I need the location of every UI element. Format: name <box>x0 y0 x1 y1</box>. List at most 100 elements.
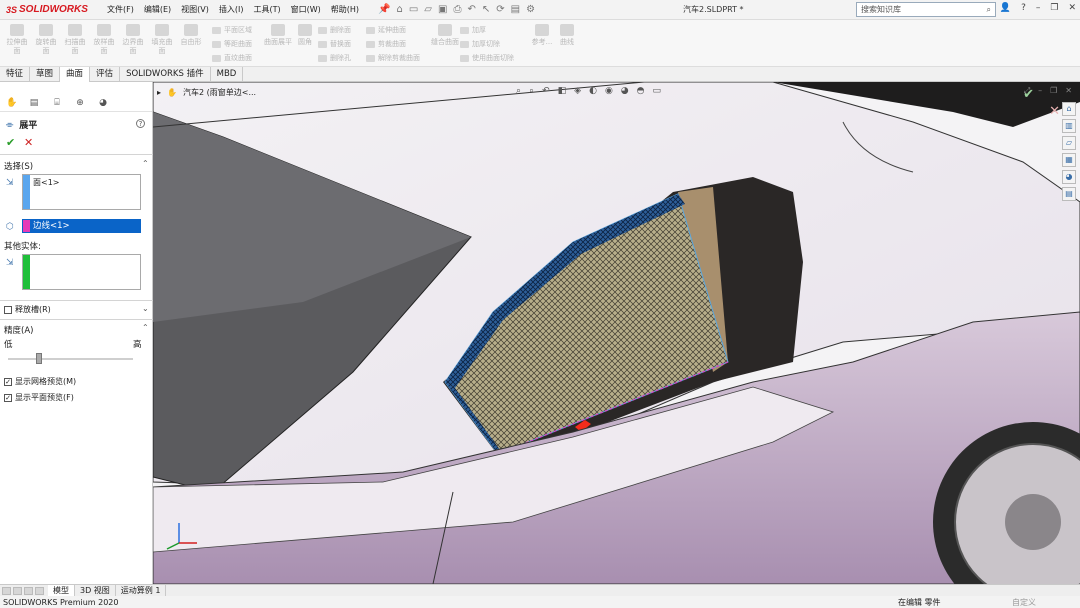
appearances-icon[interactable]: ◕ <box>1062 170 1076 184</box>
restore-viewport-icon[interactable]: ❐ <box>1050 86 1057 96</box>
select-icon[interactable]: ↖ <box>482 4 490 15</box>
file-explorer-icon[interactable]: ▱ <box>1062 136 1076 150</box>
tab-features[interactable]: 特征 <box>0 67 31 82</box>
view-palette-icon[interactable]: ▦ <box>1062 153 1076 167</box>
print-icon[interactable]: ⎙ <box>453 4 461 15</box>
solidworks-logo[interactable]: 3S SOLIDWORKS <box>0 0 90 20</box>
close-icon[interactable]: ✕ <box>1068 3 1076 13</box>
boundary-surface-button[interactable]: 边界曲面 <box>120 24 146 56</box>
revolved-surface-button[interactable]: 旋转曲面 <box>33 24 59 56</box>
surface-flatten-button[interactable]: 曲面展平 <box>262 24 294 47</box>
minimize-viewport-icon[interactable]: – <box>1038 86 1042 96</box>
filled-surface-button[interactable]: 填充曲面 <box>149 24 175 56</box>
menu-window[interactable]: 窗口(W) <box>286 4 326 15</box>
expand-arrow-icon[interactable]: ▸ <box>157 88 161 97</box>
untrim-surface-button[interactable]: 解除剪裁曲面 <box>366 53 420 63</box>
options-icon[interactable]: ⚙ <box>526 4 535 15</box>
close-viewport-icon[interactable]: ✕ <box>1065 86 1072 96</box>
dimxpert-icon[interactable]: ⊕ <box>73 98 87 110</box>
ruled-surface-button[interactable]: 直纹曲面 <box>212 53 252 63</box>
hide-show-icon[interactable]: ◉ <box>605 86 613 96</box>
chevron-up-icon[interactable]: ⌃ <box>142 323 149 332</box>
swept-surface-button[interactable]: 扫描曲面 <box>62 24 88 56</box>
precision-slider[interactable] <box>8 353 133 364</box>
fillet-button[interactable]: 圆角 <box>292 24 318 47</box>
previous-view-icon[interactable]: ↶ <box>542 86 550 96</box>
appearance-icon[interactable]: ◕ <box>621 86 629 96</box>
offset-surface-button[interactable]: 等距曲面 <box>212 39 252 49</box>
file-properties-icon[interactable]: ▤ <box>511 4 520 15</box>
edge-selection-field[interactable]: 边线<1> <box>22 219 141 233</box>
reference-geometry-button[interactable]: 参考... <box>528 24 556 47</box>
search-icon[interactable]: ⌕ <box>987 5 991 15</box>
tab-addins[interactable]: SOLIDWORKS 插件 <box>120 67 211 82</box>
pin-icon[interactable]: 📌 <box>378 4 390 15</box>
home-icon[interactable]: ⌂ <box>1062 102 1076 116</box>
design-library-icon[interactable]: ▥ <box>1062 119 1076 133</box>
tab-mbd[interactable]: MBD <box>211 67 244 82</box>
curves-button[interactable]: 曲线 <box>556 24 578 47</box>
extruded-surface-button[interactable]: 拉伸曲面 <box>4 24 30 56</box>
confirm-ok-icon[interactable]: ✔ <box>1023 87 1034 102</box>
undo-icon[interactable]: ↶ <box>467 4 475 15</box>
face-selection-box[interactable]: 面<1> <box>22 174 141 210</box>
property-manager-icon[interactable]: ▤ <box>27 98 41 110</box>
help-icon[interactable]: ? <box>1021 3 1026 13</box>
custom-units[interactable]: 自定义 <box>1012 597 1036 608</box>
other-bodies-box[interactable] <box>22 254 141 290</box>
save-icon[interactable]: ▣ <box>438 4 447 15</box>
search-input[interactable]: 搜索知识库 ⌕ <box>856 2 996 17</box>
view-settings-icon[interactable]: ▭ <box>653 86 662 96</box>
tab-surfaces[interactable]: 曲面 <box>60 67 91 82</box>
show-mesh-preview-checkbox[interactable]: ✓ 显示网格预览(M) <box>4 376 76 387</box>
scene-icon[interactable]: ◓ <box>637 86 645 96</box>
knit-surface-button[interactable]: 缝合曲面 <box>430 24 460 47</box>
tab-motion-study[interactable]: 运动算例 1 <box>116 584 167 597</box>
tab-evaluate[interactable]: 评估 <box>90 67 121 82</box>
menu-insert[interactable]: 插入(I) <box>214 4 249 15</box>
thicken-cut-button[interactable]: 加厚切除 <box>460 39 500 49</box>
graphics-area[interactable]: ▸ ✋ 汽车2 (雨窗单边<... ⌕ ⌕ ↶ ◧ ◈ ◐ ◉ ◕ ◓ ▭ ⤢ … <box>153 82 1080 584</box>
menu-file[interactable]: 文件(F) <box>102 4 139 15</box>
delete-face-button[interactable]: 删除面 <box>318 25 351 35</box>
minimize-icon[interactable]: – <box>1036 3 1041 13</box>
replace-face-button[interactable]: 替换面 <box>318 39 351 49</box>
delete-hole-button[interactable]: 删除孔 <box>318 53 351 63</box>
menu-help[interactable]: 帮助(H) <box>326 4 364 15</box>
trim-surface-button[interactable]: 剪裁曲面 <box>366 39 406 49</box>
extend-surface-button[interactable]: 延伸曲面 <box>366 25 406 35</box>
cancel-button[interactable]: ✕ <box>24 136 33 149</box>
ok-button[interactable]: ✔ <box>6 136 15 149</box>
zoom-to-fit-icon[interactable]: ⌕ <box>516 86 521 96</box>
show-flat-preview-checkbox[interactable]: ✓ 显示平面预览(F) <box>4 392 74 403</box>
view-orientation-icon[interactable]: ◈ <box>574 86 581 96</box>
tab-sketch[interactable]: 草图 <box>30 67 61 82</box>
lofted-surface-button[interactable]: 放样曲面 <box>91 24 117 56</box>
surface-cut-button[interactable]: 使用曲面切除 <box>460 53 514 63</box>
menu-view[interactable]: 视图(V) <box>176 4 214 15</box>
new-document-icon[interactable]: ▭ <box>409 4 418 15</box>
section-view-icon[interactable]: ◧ <box>558 86 567 96</box>
confirm-cancel-icon[interactable]: ✕ <box>1049 104 1060 119</box>
help-button[interactable]: ? <box>136 119 145 128</box>
thicken-button[interactable]: 加厚 <box>460 25 486 35</box>
custom-properties-icon[interactable]: ▤ <box>1062 187 1076 201</box>
display-style-icon[interactable]: ◐ <box>589 86 597 96</box>
rebuild-icon[interactable]: ⟳ <box>496 4 504 15</box>
display-manager-icon[interactable]: ◕ <box>96 98 110 110</box>
prev-tab-icon[interactable] <box>13 586 22 595</box>
menu-tools[interactable]: 工具(T) <box>248 4 285 15</box>
chevron-up-icon[interactable]: ⌃ <box>142 159 149 168</box>
slider-thumb[interactable] <box>36 353 43 364</box>
zoom-area-icon[interactable]: ⌕ <box>529 86 534 96</box>
tab-3d-view[interactable]: 3D 视图 <box>75 584 116 597</box>
home-icon[interactable]: ⌂ <box>396 4 402 15</box>
relief-cut-checkbox[interactable]: 释放槽(R) <box>4 304 51 315</box>
restore-icon[interactable]: ❐ <box>1050 3 1058 13</box>
configuration-icon[interactable]: ⌸ <box>50 98 64 110</box>
feature-tree-icon[interactable]: ✋ <box>5 98 19 110</box>
tab-model[interactable]: 模型 <box>48 584 75 597</box>
user-icon[interactable]: 👤 <box>1000 3 1011 13</box>
freeform-button[interactable]: 自由形 <box>178 24 204 47</box>
first-tab-icon[interactable] <box>2 586 11 595</box>
